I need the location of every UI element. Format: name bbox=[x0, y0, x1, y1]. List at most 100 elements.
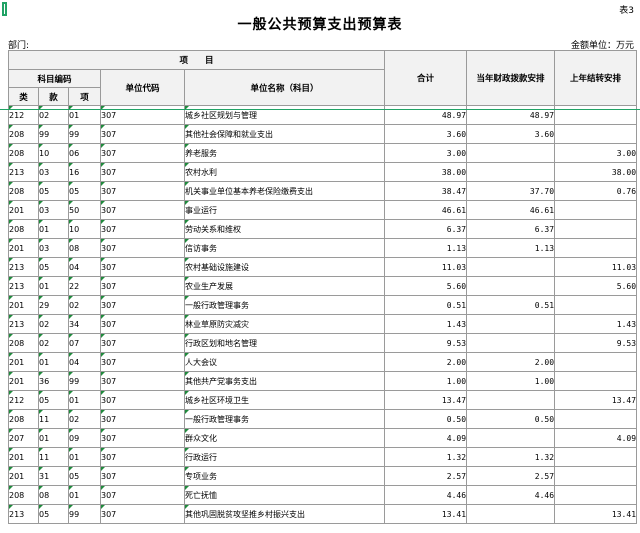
cell-unit-name[interactable]: 专项业务 bbox=[183, 466, 386, 486]
cell-unit-name[interactable]: 农村基础设施建设 bbox=[183, 257, 386, 277]
cell-unit-name[interactable]: 农村水利 bbox=[183, 162, 386, 182]
header-carryover[interactable]: 上年结转安排 bbox=[554, 50, 638, 106]
cell-xiang[interactable]: 16 bbox=[68, 162, 101, 182]
cell-carryover[interactable] bbox=[554, 238, 638, 258]
cell-unit-name[interactable]: 农业生产发展 bbox=[183, 276, 386, 296]
cell-unit-code[interactable]: 307 bbox=[100, 371, 185, 391]
cell-total[interactable]: 6.37 bbox=[384, 219, 468, 239]
cell-lei[interactable]: 213 bbox=[8, 276, 39, 296]
cell-xiang[interactable]: 07 bbox=[68, 333, 101, 353]
cell-carryover[interactable]: 1.43 bbox=[554, 314, 638, 334]
cell-unit-name[interactable]: 群众文化 bbox=[183, 428, 386, 448]
cell-kuan[interactable]: 01 bbox=[38, 428, 69, 448]
cell-carryover[interactable]: 0.76 bbox=[554, 181, 638, 201]
cell-kuan[interactable]: 02 bbox=[38, 333, 69, 353]
cell-kuan[interactable]: 08 bbox=[38, 485, 69, 505]
cell-unit-name[interactable]: 死亡抚恤 bbox=[183, 485, 386, 505]
cell-xiang[interactable]: 02 bbox=[68, 295, 101, 315]
cell-kuan[interactable]: 01 bbox=[38, 219, 69, 239]
cell-unit-code[interactable]: 307 bbox=[100, 200, 185, 220]
cell-unit-name[interactable]: 其他社会保障和就业支出 bbox=[183, 124, 386, 144]
cell-unit-name[interactable]: 行政运行 bbox=[183, 447, 386, 467]
cell-current[interactable]: 2.00 bbox=[466, 352, 556, 372]
cell-carryover[interactable]: 4.09 bbox=[554, 428, 638, 448]
cell-current[interactable] bbox=[466, 504, 556, 524]
cell-kuan[interactable]: 03 bbox=[38, 200, 69, 220]
header-xiang[interactable]: 项 bbox=[68, 87, 101, 106]
cell-unit-code[interactable]: 307 bbox=[100, 447, 185, 467]
cell-lei[interactable]: 213 bbox=[8, 162, 39, 182]
cell-lei[interactable]: 213 bbox=[8, 504, 39, 524]
cell-xiang[interactable]: 02 bbox=[68, 409, 101, 429]
cell-lei[interactable]: 212 bbox=[8, 390, 39, 410]
cell-unit-name[interactable]: 信访事务 bbox=[183, 238, 386, 258]
cell-carryover[interactable] bbox=[554, 200, 638, 220]
cell-unit-name[interactable]: 林业草原防灾减灾 bbox=[183, 314, 386, 334]
cell-carryover[interactable] bbox=[554, 409, 638, 429]
cell-xiang[interactable]: 01 bbox=[68, 390, 101, 410]
cell-carryover[interactable] bbox=[554, 124, 638, 144]
cell-lei[interactable]: 208 bbox=[8, 124, 39, 144]
cell-total[interactable]: 13.47 bbox=[384, 390, 468, 410]
cell-kuan[interactable]: 11 bbox=[38, 447, 69, 467]
header-unit-name[interactable]: 单位名称（科目） bbox=[183, 69, 386, 106]
cell-unit-name[interactable]: 一般行政管理事务 bbox=[183, 409, 386, 429]
cell-xiang[interactable]: 22 bbox=[68, 276, 101, 296]
cell-current[interactable]: 0.50 bbox=[466, 409, 556, 429]
cell-xiang[interactable]: 01 bbox=[68, 447, 101, 467]
cell-kuan[interactable]: 05 bbox=[38, 181, 69, 201]
cell-kuan[interactable]: 05 bbox=[38, 390, 69, 410]
cell-kuan[interactable]: 03 bbox=[38, 162, 69, 182]
cell-unit-code[interactable]: 307 bbox=[100, 504, 185, 524]
cell-kuan[interactable]: 11 bbox=[38, 409, 69, 429]
cell-unit-name[interactable]: 事业运行 bbox=[183, 200, 386, 220]
cell-total[interactable]: 46.61 bbox=[384, 200, 468, 220]
cell-lei[interactable]: 201 bbox=[8, 295, 39, 315]
cell-carryover[interactable]: 38.00 bbox=[554, 162, 638, 182]
header-code-group[interactable]: 科目编码 bbox=[8, 69, 101, 88]
cell-carryover[interactable]: 5.60 bbox=[554, 276, 638, 296]
cell-current[interactable] bbox=[466, 333, 556, 353]
cell-current[interactable] bbox=[466, 257, 556, 277]
cell-unit-code[interactable]: 307 bbox=[100, 466, 185, 486]
cell-carryover[interactable]: 9.53 bbox=[554, 333, 638, 353]
cell-current[interactable]: 2.57 bbox=[466, 466, 556, 486]
cell-xiang[interactable]: 99 bbox=[68, 124, 101, 144]
cell-xiang[interactable]: 34 bbox=[68, 314, 101, 334]
header-unit-code[interactable]: 单位代码 bbox=[100, 69, 185, 106]
cell-carryover[interactable]: 13.41 bbox=[554, 504, 638, 524]
header-total[interactable]: 合计 bbox=[384, 50, 468, 106]
cell-current[interactable]: 3.60 bbox=[466, 124, 556, 144]
cell-current[interactable]: 4.46 bbox=[466, 485, 556, 505]
cell-unit-name[interactable]: 其他巩固脱贫攻坚推乡村振兴支出 bbox=[183, 504, 386, 524]
header-project[interactable]: 项 目 bbox=[7, 50, 386, 70]
cell-carryover[interactable] bbox=[554, 371, 638, 391]
cell-lei[interactable]: 208 bbox=[8, 181, 39, 201]
cell-kuan[interactable]: 10 bbox=[38, 143, 69, 163]
cell-lei[interactable]: 213 bbox=[8, 257, 39, 277]
cell-xiang[interactable]: 05 bbox=[68, 181, 101, 201]
cell-carryover[interactable]: 3.00 bbox=[554, 143, 638, 163]
cell-lei[interactable]: 213 bbox=[8, 314, 39, 334]
cell-unit-code[interactable]: 307 bbox=[100, 162, 185, 182]
cell-total[interactable]: 4.46 bbox=[384, 485, 468, 505]
cell-xiang[interactable]: 99 bbox=[68, 504, 101, 524]
cell-carryover[interactable] bbox=[554, 447, 638, 467]
cell-current[interactable] bbox=[466, 390, 556, 410]
cell-lei[interactable]: 208 bbox=[8, 219, 39, 239]
cell-total[interactable]: 38.00 bbox=[384, 162, 468, 182]
cell-xiang[interactable]: 08 bbox=[68, 238, 101, 258]
cell-unit-name[interactable]: 行政区划和地名管理 bbox=[183, 333, 386, 353]
cell-unit-name[interactable]: 劳动关系和维权 bbox=[183, 219, 386, 239]
cell-xiang[interactable]: 04 bbox=[68, 352, 101, 372]
cell-current[interactable]: 37.70 bbox=[466, 181, 556, 201]
cell-kuan[interactable]: 31 bbox=[38, 466, 69, 486]
cell-total[interactable]: 11.03 bbox=[384, 257, 468, 277]
cell-lei[interactable]: 208 bbox=[8, 409, 39, 429]
cell-kuan[interactable]: 36 bbox=[38, 371, 69, 391]
cell-xiang[interactable]: 04 bbox=[68, 257, 101, 277]
cell-current[interactable] bbox=[466, 162, 556, 182]
cell-unit-code[interactable]: 307 bbox=[100, 485, 185, 505]
cell-unit-code[interactable]: 307 bbox=[100, 238, 185, 258]
cell-kuan[interactable]: 05 bbox=[38, 257, 69, 277]
